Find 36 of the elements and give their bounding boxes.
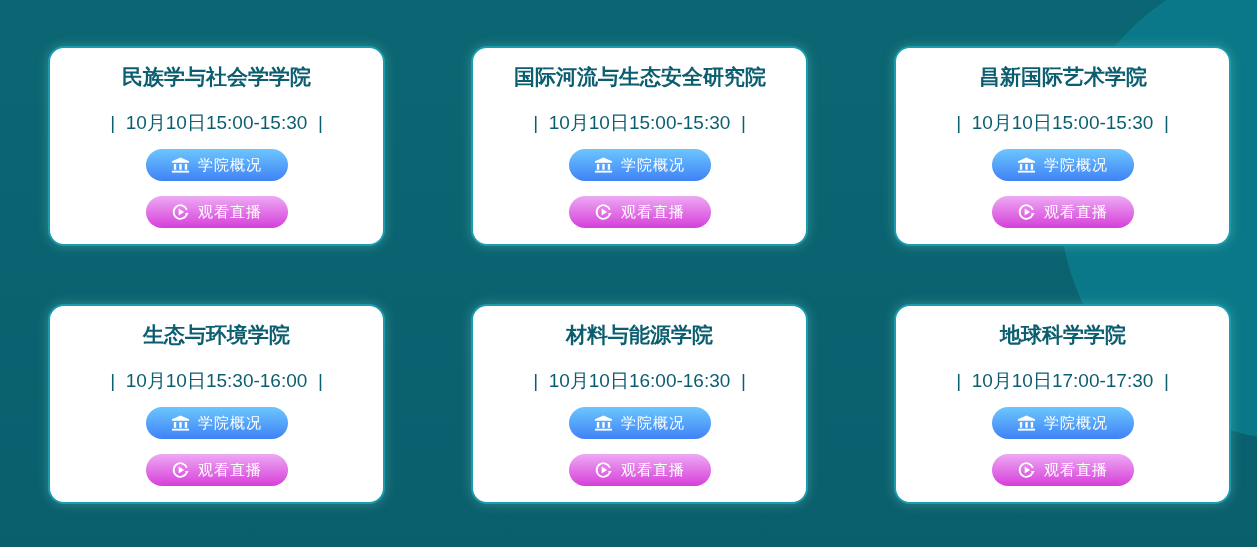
college-overview-button[interactable]: 学院概况: [145, 407, 288, 439]
college-overview-button[interactable]: 学院概况: [991, 149, 1134, 181]
building-icon: [1017, 414, 1036, 432]
building-icon: [171, 414, 190, 432]
college-name: 生态与环境学院: [143, 322, 290, 348]
watch-live-button[interactable]: 观看直播: [991, 454, 1134, 486]
building-icon: [1017, 156, 1036, 174]
building-icon: [594, 414, 613, 432]
play-icon: [1017, 203, 1036, 221]
college-name: 材料与能源学院: [566, 322, 713, 348]
play-icon: [594, 203, 613, 221]
college-overview-button[interactable]: 学院概况: [568, 407, 711, 439]
building-icon: [594, 156, 613, 174]
college-name: 民族学与社会学学院: [122, 64, 311, 90]
watch-live-button[interactable]: 观看直播: [568, 454, 711, 486]
building-icon: [171, 156, 190, 174]
college-overview-button[interactable]: 学院概况: [568, 149, 711, 181]
play-icon: [594, 461, 613, 479]
session-time: | 10月10日17:00-17:30 |: [956, 369, 1169, 393]
play-icon: [171, 461, 190, 479]
watch-live-button[interactable]: 观看直播: [991, 196, 1134, 228]
session-time: | 10月10日15:00-15:30 |: [110, 111, 323, 135]
play-icon: [1017, 461, 1036, 479]
watch-live-button[interactable]: 观看直播: [145, 196, 288, 228]
college-name: 国际河流与生态安全研究院: [513, 64, 766, 90]
session-time: | 10月10日15:00-15:30 |: [956, 111, 1169, 135]
watch-live-button[interactable]: 观看直播: [568, 196, 711, 228]
play-icon: [171, 203, 190, 221]
session-time: | 10月10日15:30-16:00 |: [110, 369, 323, 393]
watch-live-button[interactable]: 观看直播: [145, 454, 288, 486]
college-name: 地球科学学院: [999, 322, 1126, 348]
session-time: | 10月10日16:00-16:30 |: [533, 369, 746, 393]
session-time: | 10月10日15:00-15:30 |: [533, 111, 746, 135]
college-name: 昌新国际艺术学院: [978, 64, 1147, 90]
college-overview-button[interactable]: 学院概况: [145, 149, 288, 181]
college-overview-button[interactable]: 学院概况: [991, 407, 1134, 439]
